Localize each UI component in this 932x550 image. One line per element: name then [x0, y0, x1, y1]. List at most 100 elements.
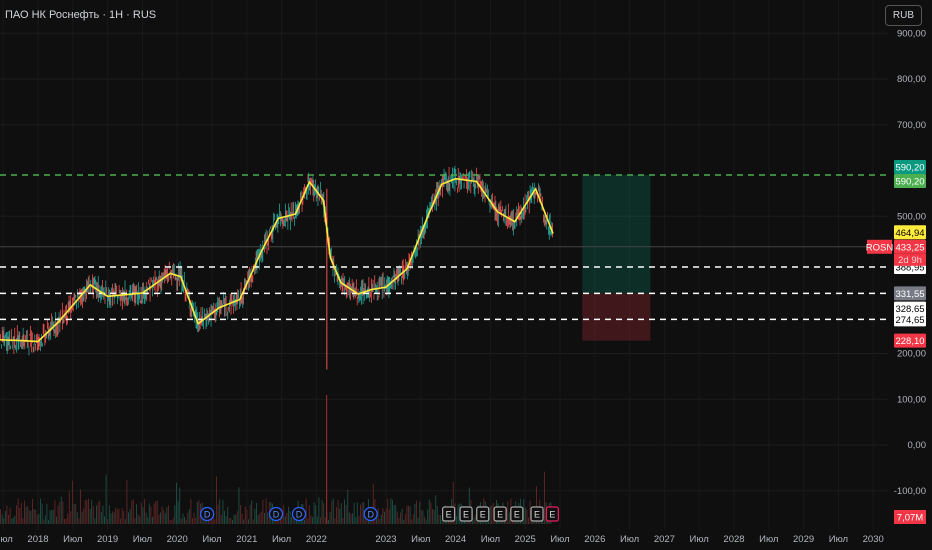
volume-bar — [128, 512, 129, 524]
price-chart[interactable]: 900,00 800,00 700,00 500,00 200,00 100,00 0,00… — [0, 0, 932, 550]
time-tick-label: 2025 — [515, 534, 536, 545]
volume-bar — [152, 516, 153, 524]
volume-bar — [80, 489, 81, 524]
volume-bar — [240, 504, 241, 524]
volume-bar — [403, 519, 405, 524]
volume-bar — [16, 505, 17, 524]
volume-bar — [118, 508, 120, 524]
volume-bar — [75, 504, 77, 524]
volume-bar — [24, 500, 25, 524]
volume-bar — [427, 509, 429, 524]
volume-bar — [88, 498, 89, 524]
volume-bar — [475, 514, 477, 524]
volume-bar — [393, 505, 395, 524]
earnings-marker: E — [497, 510, 503, 520]
volume-bar — [422, 510, 424, 524]
time-tick-label: 2022 — [306, 534, 327, 545]
volume-bar — [353, 503, 355, 524]
volume-bar — [425, 519, 427, 524]
volume-bar — [142, 507, 144, 524]
volume-bar — [91, 499, 93, 524]
volume-bar — [420, 509, 422, 524]
price-tick-label: 100,00 — [897, 394, 926, 405]
volume-bar — [228, 517, 230, 524]
volume-bar — [115, 507, 117, 524]
volume-bar — [8, 514, 9, 524]
volume-bar — [528, 517, 529, 524]
volume-bar — [153, 503, 155, 524]
volume-bar — [262, 499, 264, 524]
volume-bar — [81, 511, 83, 524]
volume-bar — [54, 500, 56, 524]
dividend-marker: D — [204, 510, 211, 520]
volume-bar — [164, 513, 166, 524]
time-tick-label: Июл — [550, 534, 569, 545]
volume-bar — [411, 519, 413, 524]
price-label: 228,10 — [895, 336, 924, 347]
volume-bar — [508, 512, 510, 524]
volume-bar — [35, 510, 37, 524]
volume-bar — [110, 513, 112, 524]
volume-bar — [318, 497, 320, 524]
volume-bar — [246, 509, 248, 524]
volume-bar — [134, 518, 136, 524]
dividend-marker: D — [296, 510, 303, 520]
time-tick-label: 2019 — [97, 534, 118, 545]
volume-bar — [147, 517, 149, 524]
volume-bar — [457, 504, 459, 524]
volume-bar — [332, 498, 334, 524]
time-tick-label: 2027 — [654, 534, 675, 545]
volume-bar — [489, 506, 491, 524]
volume-bar — [107, 519, 109, 524]
volume-bar — [163, 509, 165, 524]
volume-bar — [94, 518, 96, 524]
time-tick-label: Июл — [481, 534, 500, 545]
volume-bar — [67, 513, 69, 524]
volume-bar — [404, 514, 406, 524]
volume-bar — [324, 517, 326, 524]
volume-bar — [384, 511, 385, 524]
volume-bar — [187, 512, 189, 524]
volume-bar — [414, 503, 416, 524]
volume-bar — [1, 514, 3, 524]
volume-bar — [345, 505, 347, 524]
volume-bar — [435, 495, 437, 524]
volume-bar — [192, 518, 193, 524]
volume-bar — [377, 508, 379, 524]
time-tick-label: 2029 — [793, 534, 814, 545]
volume-bar — [379, 518, 381, 524]
volume-bar — [491, 505, 493, 524]
volume-bar — [224, 510, 225, 524]
volume-bar — [38, 514, 40, 524]
volume-bar — [238, 487, 240, 524]
volume-bar — [30, 510, 32, 524]
price-tick-label: 0,00 — [908, 440, 927, 451]
volume-bar — [329, 512, 331, 524]
volume-bar — [249, 504, 251, 524]
volume-bar — [348, 512, 350, 524]
volume-bar — [158, 514, 160, 524]
volume-bar — [102, 505, 104, 524]
volume-bar — [401, 508, 403, 524]
volume-bar — [304, 519, 305, 524]
volume-bar — [358, 515, 360, 524]
volume-bar — [419, 501, 421, 524]
volume-bar — [3, 518, 5, 524]
volume-bar — [108, 505, 110, 524]
currency-button[interactable]: RUB — [884, 5, 922, 26]
volume-bar — [96, 505, 97, 524]
volume-bar — [214, 519, 216, 524]
volume-bar — [32, 498, 33, 524]
price-label: 464,94 — [895, 228, 924, 239]
volume-bar — [243, 519, 245, 524]
volume-bar — [256, 503, 257, 524]
time-tick-label: 2030 — [863, 534, 884, 545]
time-tick-label: 2021 — [236, 534, 257, 545]
volume-bar — [217, 504, 219, 524]
volume-bar — [334, 518, 336, 524]
volume-bar — [440, 515, 441, 524]
volume-bar — [40, 498, 41, 524]
price-tick-label: 200,00 — [897, 349, 926, 360]
volume-bar — [352, 513, 353, 524]
volume-bar — [390, 498, 392, 524]
